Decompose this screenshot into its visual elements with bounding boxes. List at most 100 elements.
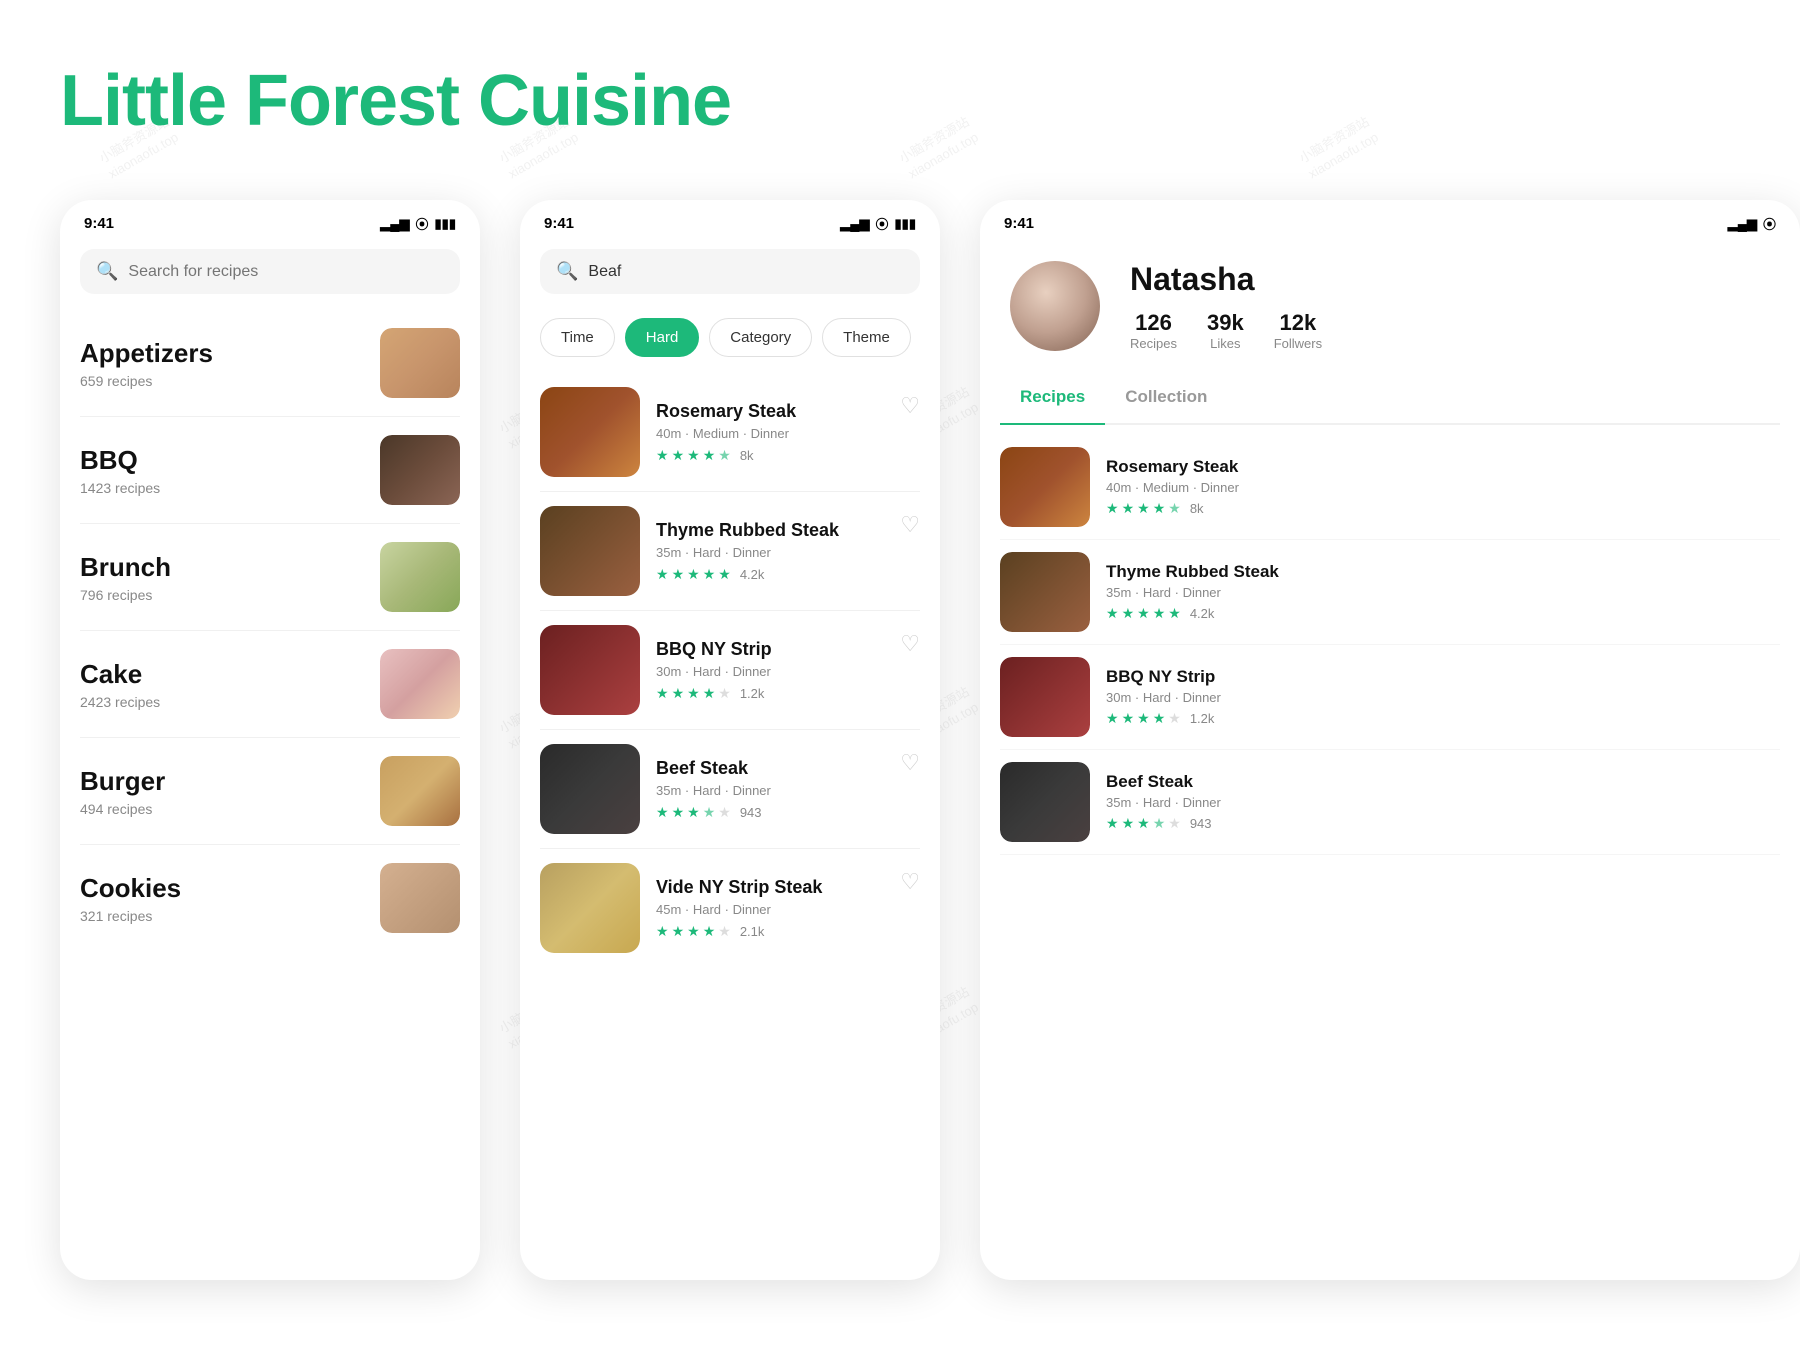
recipe-name: Vide NY Strip Steak bbox=[656, 877, 920, 898]
favorite-icon[interactable]: ♡ bbox=[900, 631, 920, 657]
star-icon: ★ bbox=[1168, 605, 1181, 622]
profile-tab[interactable]: Collection bbox=[1105, 371, 1227, 423]
filter-tag[interactable]: Time bbox=[540, 318, 615, 357]
filter-tag[interactable]: Category bbox=[709, 318, 812, 357]
filter-tag[interactable]: Theme bbox=[822, 318, 911, 357]
category-item[interactable]: Brunch 796 recipes bbox=[80, 524, 460, 631]
profile-recipe-item[interactable]: Rosemary Steak 40m · Medium · Dinner ★★★… bbox=[1000, 435, 1780, 540]
stat-likes: 39k Likes bbox=[1207, 310, 1244, 351]
recipe-name: BBQ NY Strip bbox=[656, 639, 920, 660]
star-icon: ★ bbox=[1153, 500, 1166, 517]
rating-count: 1.2k bbox=[740, 686, 765, 701]
star-rating: ★★★★★8k bbox=[1106, 500, 1239, 517]
category-item[interactable]: Cake 2423 recipes bbox=[80, 631, 460, 738]
star-icon: ★ bbox=[703, 447, 716, 464]
star-icon: ★ bbox=[687, 685, 700, 702]
avatar-image bbox=[1010, 261, 1100, 351]
profile-recipe-thumbnail bbox=[1000, 447, 1090, 527]
filter-tag[interactable]: Hard bbox=[625, 318, 700, 357]
recipe-item[interactable]: Vide NY Strip Steak 45m · Hard · Dinner … bbox=[540, 849, 920, 967]
followers-label: Follwers bbox=[1274, 336, 1322, 351]
category-item[interactable]: Cookies 321 recipes bbox=[80, 845, 460, 951]
rating-count: 1.2k bbox=[1190, 711, 1215, 726]
star-icon: ★ bbox=[656, 447, 669, 464]
recipe-item[interactable]: Rosemary Steak 40m · Medium · Dinner ★★★… bbox=[540, 373, 920, 492]
profile-recipe-meta: 35m · Hard · Dinner bbox=[1106, 585, 1279, 600]
star-icon: ★ bbox=[1137, 605, 1150, 622]
recipe-item[interactable]: Thyme Rubbed Steak 35m · Hard · Dinner ★… bbox=[540, 492, 920, 611]
category-item[interactable]: Burger 494 recipes bbox=[80, 738, 460, 845]
category-image bbox=[380, 435, 460, 505]
recipe-item[interactable]: BBQ NY Strip 30m · Hard · Dinner ★★★★★1.… bbox=[540, 611, 920, 730]
stat-recipes: 126 Recipes bbox=[1130, 310, 1177, 351]
half-star-icon: ★ bbox=[1153, 815, 1166, 832]
favorite-icon[interactable]: ♡ bbox=[900, 512, 920, 538]
watermark: 小脑斧资源站xiaonaofu.top bbox=[896, 113, 982, 184]
favorite-icon[interactable]: ♡ bbox=[900, 393, 920, 419]
profile-recipe-info: Rosemary Steak 40m · Medium · Dinner ★★★… bbox=[1106, 457, 1239, 517]
recipe-info: Rosemary Steak 40m · Medium · Dinner ★★★… bbox=[656, 401, 920, 464]
category-item[interactable]: Appetizers 659 recipes bbox=[80, 310, 460, 417]
star-icon: ★ bbox=[687, 566, 700, 583]
recipe-info: Vide NY Strip Steak 45m · Hard · Dinner … bbox=[656, 877, 920, 940]
recipes-label: Recipes bbox=[1130, 336, 1177, 351]
empty-star-icon: ★ bbox=[1168, 710, 1181, 727]
favorite-icon[interactable]: ♡ bbox=[900, 750, 920, 776]
recipe-meta: 40m · Medium · Dinner bbox=[656, 426, 920, 441]
search-bar-2[interactable]: 🔍 bbox=[540, 249, 920, 294]
profile-recipe-info: Thyme Rubbed Steak 35m · Hard · Dinner ★… bbox=[1106, 562, 1279, 622]
recipe-item[interactable]: Beef Steak 35m · Hard · Dinner ★★★★★943 … bbox=[540, 730, 920, 849]
star-icon: ★ bbox=[656, 804, 669, 821]
profile-recipe-item[interactable]: Beef Steak 35m · Hard · Dinner ★★★★★943 bbox=[1000, 750, 1780, 855]
star-icon: ★ bbox=[1106, 500, 1119, 517]
profile-recipe-item[interactable]: BBQ NY Strip 30m · Hard · Dinner ★★★★★1.… bbox=[1000, 645, 1780, 750]
category-name: Cake bbox=[80, 659, 160, 690]
search-icon: 🔍 bbox=[96, 261, 118, 282]
profile-recipe-image bbox=[1000, 762, 1090, 842]
profile-tab[interactable]: Recipes bbox=[1000, 371, 1105, 423]
profile-recipe-name: Thyme Rubbed Steak bbox=[1106, 562, 1279, 582]
search-input-1[interactable] bbox=[128, 263, 444, 281]
profile-recipe-thumbnail bbox=[1000, 552, 1090, 632]
profile-recipe-meta: 40m · Medium · Dinner bbox=[1106, 480, 1239, 495]
star-rating: ★★★★★943 bbox=[1106, 815, 1221, 832]
profile-recipe-info: Beef Steak 35m · Hard · Dinner ★★★★★943 bbox=[1106, 772, 1221, 832]
category-count: 321 recipes bbox=[80, 908, 181, 924]
status-bar-3: 9:41 ▂▄▆ ⦿ bbox=[980, 200, 1800, 241]
category-item[interactable]: BBQ 1423 recipes bbox=[80, 417, 460, 524]
star-rating: ★★★★★8k bbox=[656, 447, 920, 464]
category-info: Cake 2423 recipes bbox=[80, 659, 160, 710]
category-count: 659 recipes bbox=[80, 373, 213, 389]
category-thumbnail bbox=[380, 328, 460, 398]
category-info: BBQ 1423 recipes bbox=[80, 445, 160, 496]
category-thumbnail bbox=[380, 863, 460, 933]
favorite-icon[interactable]: ♡ bbox=[900, 869, 920, 895]
category-info: Brunch 796 recipes bbox=[80, 552, 171, 603]
filter-tags: Time HardCategory Theme bbox=[520, 310, 940, 373]
star-icon: ★ bbox=[703, 566, 716, 583]
star-icon: ★ bbox=[1137, 710, 1150, 727]
empty-star-icon: ★ bbox=[1168, 815, 1181, 832]
recipe-image bbox=[540, 863, 640, 953]
recipe-list-search: Rosemary Steak 40m · Medium · Dinner ★★★… bbox=[520, 373, 940, 967]
recipe-info: Beef Steak 35m · Hard · Dinner ★★★★★943 bbox=[656, 758, 920, 821]
search-input-2[interactable] bbox=[588, 263, 904, 281]
empty-star-icon: ★ bbox=[718, 923, 731, 940]
star-icon: ★ bbox=[672, 447, 685, 464]
profile-recipe-name: Beef Steak bbox=[1106, 772, 1221, 792]
wifi-icon: ⦿ bbox=[416, 214, 429, 233]
app-title: Little Forest Cuisine bbox=[60, 60, 731, 142]
profile-recipe-info: BBQ NY Strip 30m · Hard · Dinner ★★★★★1.… bbox=[1106, 667, 1221, 727]
search-bar-1[interactable]: 🔍 bbox=[80, 249, 460, 294]
star-rating: ★★★★★1.2k bbox=[1106, 710, 1221, 727]
star-icon: ★ bbox=[1122, 815, 1135, 832]
profile-recipe-meta: 30m · Hard · Dinner bbox=[1106, 690, 1221, 705]
category-image bbox=[380, 756, 460, 826]
profile-recipe-item[interactable]: Thyme Rubbed Steak 35m · Hard · Dinner ★… bbox=[1000, 540, 1780, 645]
star-rating: ★★★★★4.2k bbox=[656, 566, 920, 583]
recipe-name: Rosemary Steak bbox=[656, 401, 920, 422]
recipe-thumbnail bbox=[540, 744, 640, 834]
star-icon: ★ bbox=[1106, 815, 1119, 832]
recipe-thumbnail bbox=[540, 387, 640, 477]
star-icon: ★ bbox=[656, 923, 669, 940]
